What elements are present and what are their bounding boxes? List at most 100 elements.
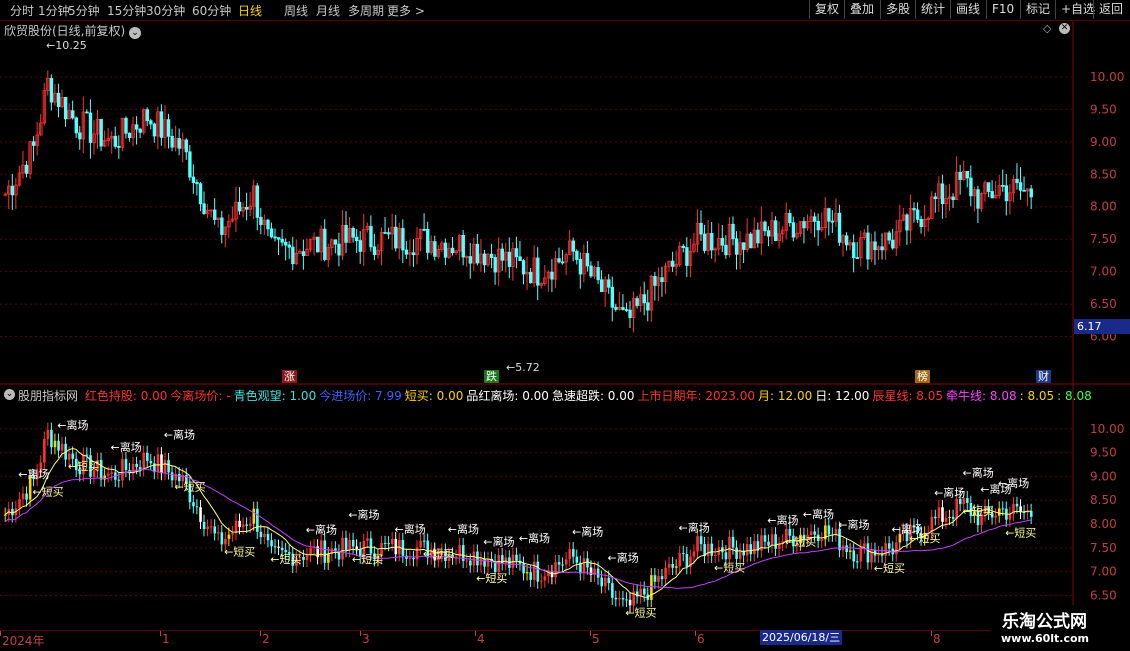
candle-body [49,77,54,103]
event-badge-bang[interactable]: 榜 [915,370,930,383]
ind-bar [628,599,632,606]
ind-bar [469,560,472,566]
period-tab-8[interactable]: 月线 [316,2,340,19]
candle-body [198,183,203,205]
ind-bar [536,561,540,582]
candlestick-chart[interactable]: 10.009.509.008.508.007.507.006.506.00←10… [0,21,1130,385]
ind-bar [863,543,866,547]
high-price-label: ←10.25 [46,39,87,52]
candle-body [578,259,583,275]
ind-bar [270,540,273,547]
ind-bar [231,533,234,535]
candle-body [124,117,128,134]
ind-bar [966,498,969,503]
toolbar-button-0[interactable]: 复权 [809,0,844,19]
ind-bar [138,467,142,470]
candle-body [681,245,686,248]
ind-bar [170,472,174,481]
ind-bar [586,558,589,568]
ind-bar [252,508,256,524]
x-axis-tick-1 [160,631,161,636]
candle-body [887,232,891,241]
ind-bar [383,542,387,544]
ind-bar [731,536,735,548]
period-tab-9[interactable]: 多周期 [348,2,384,19]
toolbar-button-2[interactable]: 多股 [880,0,915,19]
candle-body [315,236,320,253]
ind-bar [110,472,114,474]
toolbar-button-4[interactable]: 画线 [950,0,985,19]
candle-body [1018,182,1023,191]
candle-body [958,171,962,180]
candle-body [919,218,923,228]
period-tab-5[interactable]: 60分钟 [192,2,231,19]
ind-bar [763,535,767,542]
candle-body [1022,189,1026,192]
toolbar-button-8[interactable]: 返回 [1093,0,1128,19]
period-tab-7[interactable]: 周线 [284,2,308,19]
toolbar-button-1[interactable]: 叠加 [844,0,879,19]
ind-bar [1001,508,1005,510]
ind-bar [607,577,611,584]
event-badge-cai[interactable]: 财 [1036,370,1051,383]
ind-bar [1015,503,1019,507]
period-tab-6[interactable]: 日线 [238,2,262,19]
ind-bar [355,546,359,549]
candle-body [550,271,554,280]
ind-bar [149,460,153,464]
candle-body [372,246,377,256]
candle-body [500,248,504,261]
candle-body [301,251,306,256]
ind-y-tick-1: 9.50 [1090,446,1117,460]
ind-bar [18,499,21,509]
exit-label-2: ←离场 [111,440,142,454]
toolbar-button-3[interactable]: 统计 [915,0,950,19]
candle-body [78,132,82,140]
ind-bar [944,518,948,522]
ind-bar [657,576,660,582]
candle-body [276,237,281,240]
ind-bar [568,549,572,560]
ind-bar [614,597,618,600]
period-tab-2[interactable]: 5分钟 [68,2,100,19]
exit-label-18: ←离场 [963,466,994,480]
x-axis-tick-8 [931,631,932,636]
ind-bar [699,536,703,545]
exit-label-12: ←离场 [679,521,710,535]
candle-body [816,220,820,231]
ind-bar [994,515,998,518]
ind-bar [323,540,327,563]
period-tab-4[interactable]: 30分钟 [146,2,185,19]
period-tab-10[interactable]: 更多 > [387,2,425,19]
ind-bar [710,543,714,556]
period-tab-3[interactable]: 15分钟 [107,2,146,19]
indicator-chart[interactable]: 10.00 9.50 9.00 8.50 8.00 7.50 7.00 6.50 ←离场 ←离场 ←… [0,385,1130,630]
ind-y-tick-3: 8.50 [1090,493,1117,507]
ind-bar [749,544,753,555]
ind-bar [643,588,646,595]
candle-body [1004,185,1009,202]
ind-y-tick-6: 7.00 [1090,565,1117,579]
ind-y-tick-4: 8.00 [1090,517,1117,531]
candle-body [600,279,604,292]
candle-body [844,235,849,246]
toolbar-button-6[interactable]: 标记 [1020,0,1055,19]
candle-body [177,138,181,149]
y-tick-label-4: 8.00 [1090,200,1117,214]
x-axis-tick-2 [260,631,261,636]
candle-body [32,141,36,146]
candle-body [404,249,409,255]
toolbar-button-5[interactable]: F10 [986,0,1019,19]
candle-body [880,246,884,251]
x-axis-label-2: 2 [262,632,270,646]
event-badge-die[interactable]: 跌 [484,370,499,383]
event-badge-zhang[interactable]: 涨 [282,370,297,383]
candle-body [699,222,703,235]
ind-y-tick-2: 9.00 [1090,469,1117,483]
candle-body [749,233,753,249]
period-tab-1[interactable]: 1分钟 [38,2,70,19]
period-tab-0[interactable]: 分时 [10,2,34,19]
ind-bar [543,576,547,581]
ind-bar [1019,506,1022,512]
ind-bar [263,533,266,538]
